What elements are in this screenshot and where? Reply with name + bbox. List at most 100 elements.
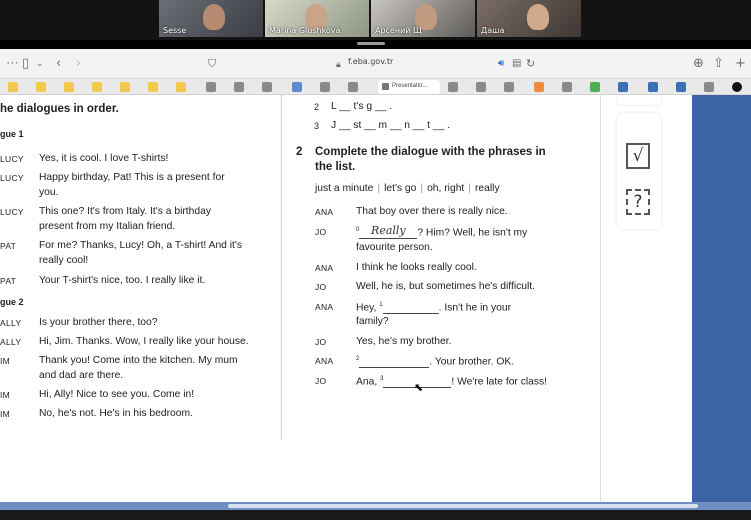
exercise-number: 2 [296,146,303,158]
video-tile[interactable]: Sesse [159,0,263,37]
download-icon[interactable]: ⊕ [693,55,704,73]
dialogue-line: That boy over there is really nice. [356,206,508,217]
separator: | [468,183,471,194]
exercise-title-cont: the list. [315,161,356,173]
spelling-item: L __ t's g __ . [331,101,393,112]
separator: | [420,183,424,194]
phrase: just a minute [315,183,374,194]
dialogue-line: I think he looks really cool. [356,262,477,273]
tab-favicon[interactable] [534,82,544,92]
audio-playing-icon[interactable]: 🔊︎ [498,55,504,73]
tab-favicon[interactable] [590,82,600,92]
tab-favicon[interactable] [148,82,158,92]
tab-favicon[interactable] [206,82,216,92]
lock-icon: 🔒︎ [336,60,341,70]
tab-favicon[interactable] [8,82,18,92]
tab-favicon[interactable] [676,82,686,92]
tab-favicon[interactable] [36,82,46,92]
speaker-label: JO [315,282,327,292]
exercise-heading: he dialogues in order. [0,103,119,115]
chevron-down-icon[interactable]: ⌄ [36,55,44,73]
line-text: . Isn't he in your [438,302,512,314]
tab-favicon[interactable] [320,82,330,92]
dialogue-line: 2 . Your brother. OK. [356,353,514,369]
dialogue-line-cont: you. [39,187,59,198]
line-text: Ana, [356,376,378,388]
speaker-label: PAT [0,241,17,251]
answer-blank[interactable] [382,313,439,315]
speaker-label: LUCY [0,154,24,164]
tab-favicon[interactable] [176,82,186,92]
phrase-list: just a minute | let's go | oh, right | really [315,183,500,195]
tab-favicon[interactable] [448,82,458,92]
phrase: really [474,183,500,194]
line-text: ? Him? Well, he isn't my [417,227,528,239]
speaker-label: LUCY [0,207,24,217]
participant-name: Даша [481,26,505,35]
dialogue-line-cont: really cool! [39,255,89,266]
speaker-label: IM [0,390,11,400]
new-tab-icon[interactable]: + [735,55,746,73]
tab-favicon[interactable] [618,82,628,92]
address-bar[interactable]: f.eba.gov.tr [348,57,393,66]
tool-panel: √ ? [617,113,661,229]
privacy-shield-icon[interactable]: ⛉ [208,55,216,73]
dialogue-line: No, he's not. He's in his bedroom. [39,408,193,419]
phrase: oh, right [427,183,465,194]
reader-icon[interactable]: ▤ [512,55,521,73]
tab-favicon[interactable] [292,82,302,92]
video-tile[interactable]: Даша [477,0,581,37]
speaker-label: ANA [315,207,334,217]
tab-favicon[interactable] [704,82,714,92]
answer-blank-filled[interactable]: Really [359,224,418,240]
reload-icon[interactable]: ↻ [526,55,535,73]
speaker-label: LUCY [0,173,24,183]
dialogue-line: Your T-shirt's nice, too. I really like … [39,275,206,286]
item-number: 2 [314,102,320,112]
check-answers-icon[interactable]: √ [626,143,650,169]
tool-panel-edge [617,95,661,105]
gap-number: 3 [380,376,384,382]
participant-name: Marina Glushkova [269,26,341,35]
tab-favicon[interactable] [262,82,272,92]
tab-favicon[interactable] [648,82,658,92]
tab-favicon[interactable] [234,82,244,92]
drag-handle[interactable] [357,42,385,45]
dialogue-line-cont: family? [356,316,389,327]
line-text: Hey, [356,302,377,314]
dialogue-line: This one? It's from Italy. It's a birthd… [39,206,211,217]
gap-number: 2 [356,356,360,362]
dialogue-line: Hi, Jim. Thanks. Wow, I really like your… [39,336,249,347]
tab-presentation[interactable]: Presentatio... [378,80,440,94]
forward-arrow-icon[interactable]: › [76,55,81,73]
dialogue-line: Yes, it is cool. I love T-shirts! [39,153,169,164]
browser-toolbar: ⋯ ▯ ⌄ ‹ › ⛉ 🔒︎ f.eba.gov.tr 🔊︎ ▤ ↻ ⊕ ⇧ + [0,49,751,79]
video-tile[interactable]: Арсений Щ [371,0,475,37]
speaker-label: ANA [315,263,334,273]
page-edge [600,95,601,502]
share-icon[interactable]: ⇧ [713,55,724,73]
gap-number: 1 [379,302,383,308]
tab-favicon[interactable] [504,82,514,92]
tab-favicon[interactable] [348,82,358,92]
sidebar-toggle-icon[interactable]: ▯ [22,55,29,73]
hint-icon[interactable]: ? [626,189,650,215]
handwritten-answer: Really [371,224,406,238]
answer-blank[interactable] [359,367,430,369]
dialogue-line: Is your brother there, too? [39,317,158,328]
tab-favicon[interactable] [562,82,572,92]
tab-favicon[interactable] [120,82,130,92]
slide-background [692,95,751,502]
speaker-label: JO [315,227,327,237]
scrollbar-thumb[interactable] [228,504,698,508]
item-number: 3 [314,121,320,131]
tab-favicon[interactable] [92,82,102,92]
speaker-label: ANA [315,302,334,312]
dialogue-line: Yes, he's my brother. [356,336,452,347]
tab-favicon[interactable] [476,82,486,92]
more-dots-icon[interactable]: ⋯ [6,55,19,73]
tab-favicon[interactable] [64,82,74,92]
video-tile-active-speaker[interactable]: Marina Glushkova [265,0,369,37]
back-arrow-icon[interactable]: ‹ [56,55,61,73]
tab-favicon[interactable] [732,82,742,92]
